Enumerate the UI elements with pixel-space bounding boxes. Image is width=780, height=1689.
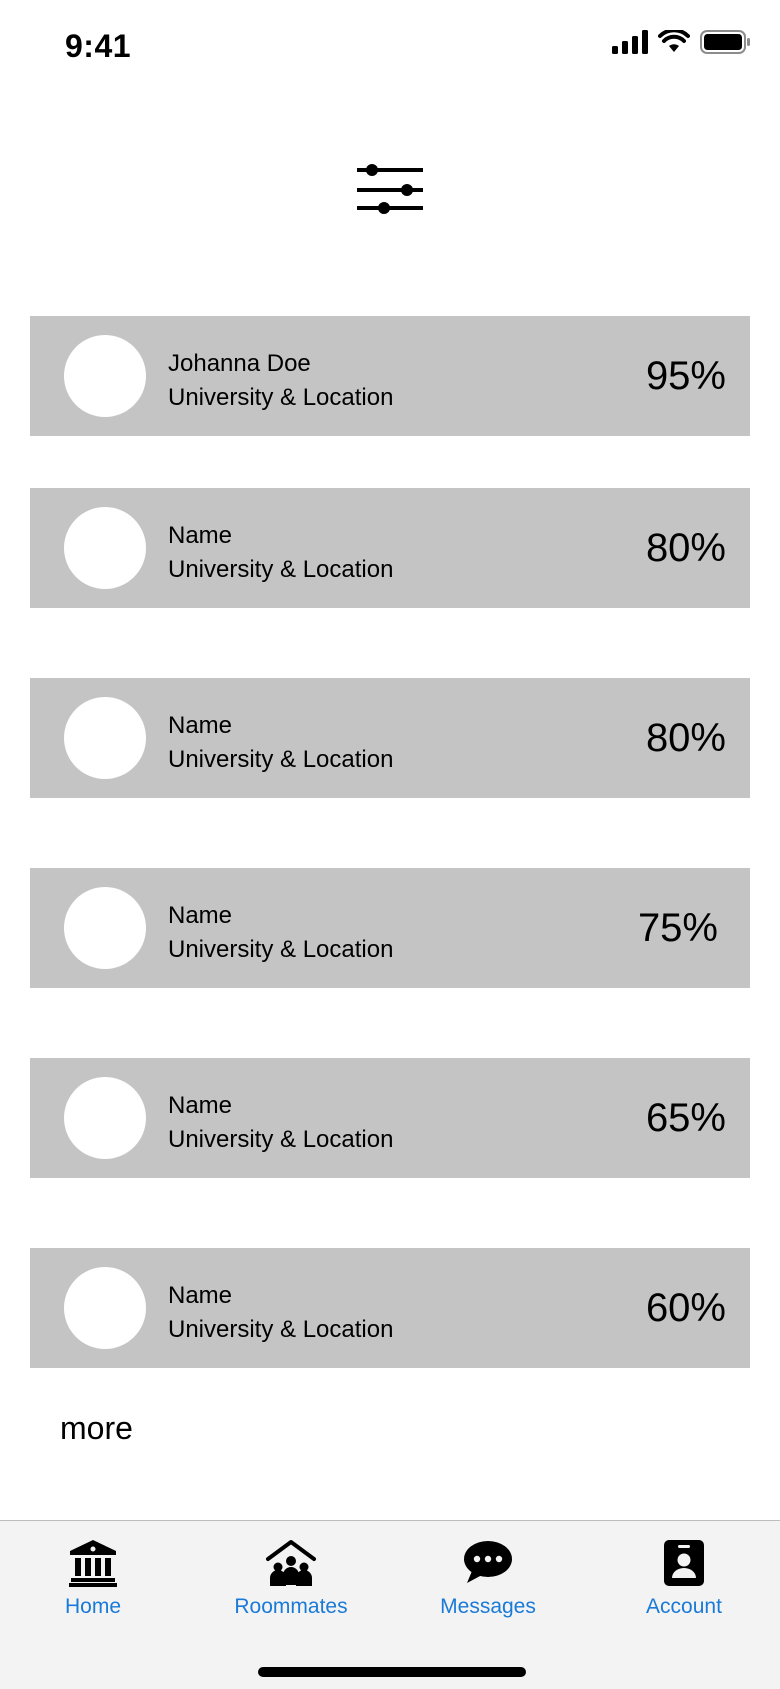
avatar: [64, 1267, 146, 1349]
match-percent: 75%: [637, 906, 718, 950]
match-card[interactable]: Name University & Location 80%: [30, 488, 750, 608]
chat-bubble-icon: [464, 1541, 512, 1583]
sliders-icon[interactable]: [355, 162, 425, 218]
avatar: [64, 507, 146, 589]
match-card[interactable]: Name University & Location 80%: [30, 678, 750, 798]
match-subtitle: University & Location: [168, 746, 394, 773]
match-card[interactable]: Name University & Location 75%: [30, 868, 750, 988]
match-name: Name: [168, 522, 233, 549]
match-subtitle: University & Location: [168, 936, 394, 963]
match-subtitle: University & Location: [168, 1316, 394, 1343]
tab-label: Roommates: [234, 1595, 348, 1618]
battery-icon: [700, 30, 750, 54]
tab-home[interactable]: Home: [8, 1539, 178, 1619]
status-time: 9:41: [65, 28, 132, 64]
home-indicator: [258, 1667, 526, 1677]
avatar: [64, 887, 146, 969]
match-percent: 65%: [645, 1096, 726, 1140]
tab-label: Account: [646, 1595, 722, 1618]
wifi-icon: [658, 30, 690, 52]
bank-icon: [69, 1540, 117, 1587]
match-card[interactable]: Name University & Location 65%: [30, 1058, 750, 1178]
more-link[interactable]: more: [60, 1410, 133, 1447]
people-house-icon: [266, 1540, 316, 1586]
match-subtitle: University & Location: [168, 384, 394, 411]
match-name: Name: [168, 902, 233, 929]
tab-account[interactable]: Account: [599, 1539, 769, 1619]
avatar: [64, 697, 146, 779]
avatar: [64, 335, 146, 417]
id-badge-icon: [664, 1540, 704, 1586]
tab-bar: Home Roommates Messages Account: [0, 1520, 780, 1689]
match-percent: 80%: [645, 526, 726, 570]
status-bar: 9:41: [0, 0, 780, 92]
cellular-signal-icon: [612, 30, 648, 54]
tab-roommates[interactable]: Roommates: [206, 1539, 376, 1619]
match-name: Name: [168, 712, 233, 739]
match-name: Name: [168, 1092, 233, 1119]
tab-label: Home: [64, 1595, 122, 1618]
avatar: [64, 1077, 146, 1159]
match-percent: 95%: [645, 354, 726, 398]
tab-label: Messages: [440, 1595, 536, 1618]
match-card[interactable]: Johanna Doe University & Location 95%: [30, 316, 750, 436]
match-name: Name: [168, 1282, 233, 1309]
status-icons: [612, 30, 750, 54]
match-percent: 60%: [645, 1286, 726, 1330]
match-percent: 80%: [645, 716, 726, 760]
match-name: Johanna Doe: [168, 350, 311, 377]
match-subtitle: University & Location: [168, 1126, 394, 1153]
match-subtitle: University & Location: [168, 556, 394, 583]
tab-messages[interactable]: Messages: [403, 1539, 573, 1619]
match-card[interactable]: Name University & Location 60%: [30, 1248, 750, 1368]
